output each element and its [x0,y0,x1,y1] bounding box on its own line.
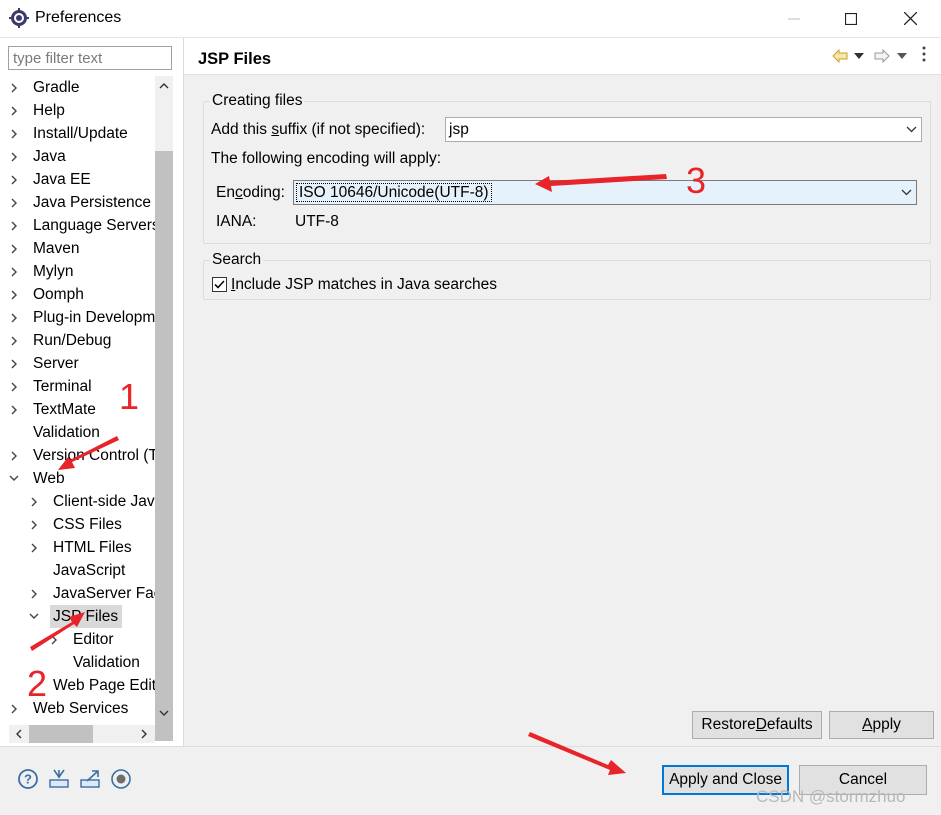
annotation-label-1: 1 [119,376,140,417]
annotation-arrow-3 [535,174,667,192]
annotation-arrows [30,174,667,775]
annotation-arrow-1 [58,436,119,470]
annotation-arrow-2 [30,612,85,651]
watermark: CSDN @stormzhuo [756,787,906,806]
annotation-label-2: 2 [27,663,48,704]
annotation-arrow-4 [528,732,626,775]
annotation-label-3: 3 [686,160,707,201]
